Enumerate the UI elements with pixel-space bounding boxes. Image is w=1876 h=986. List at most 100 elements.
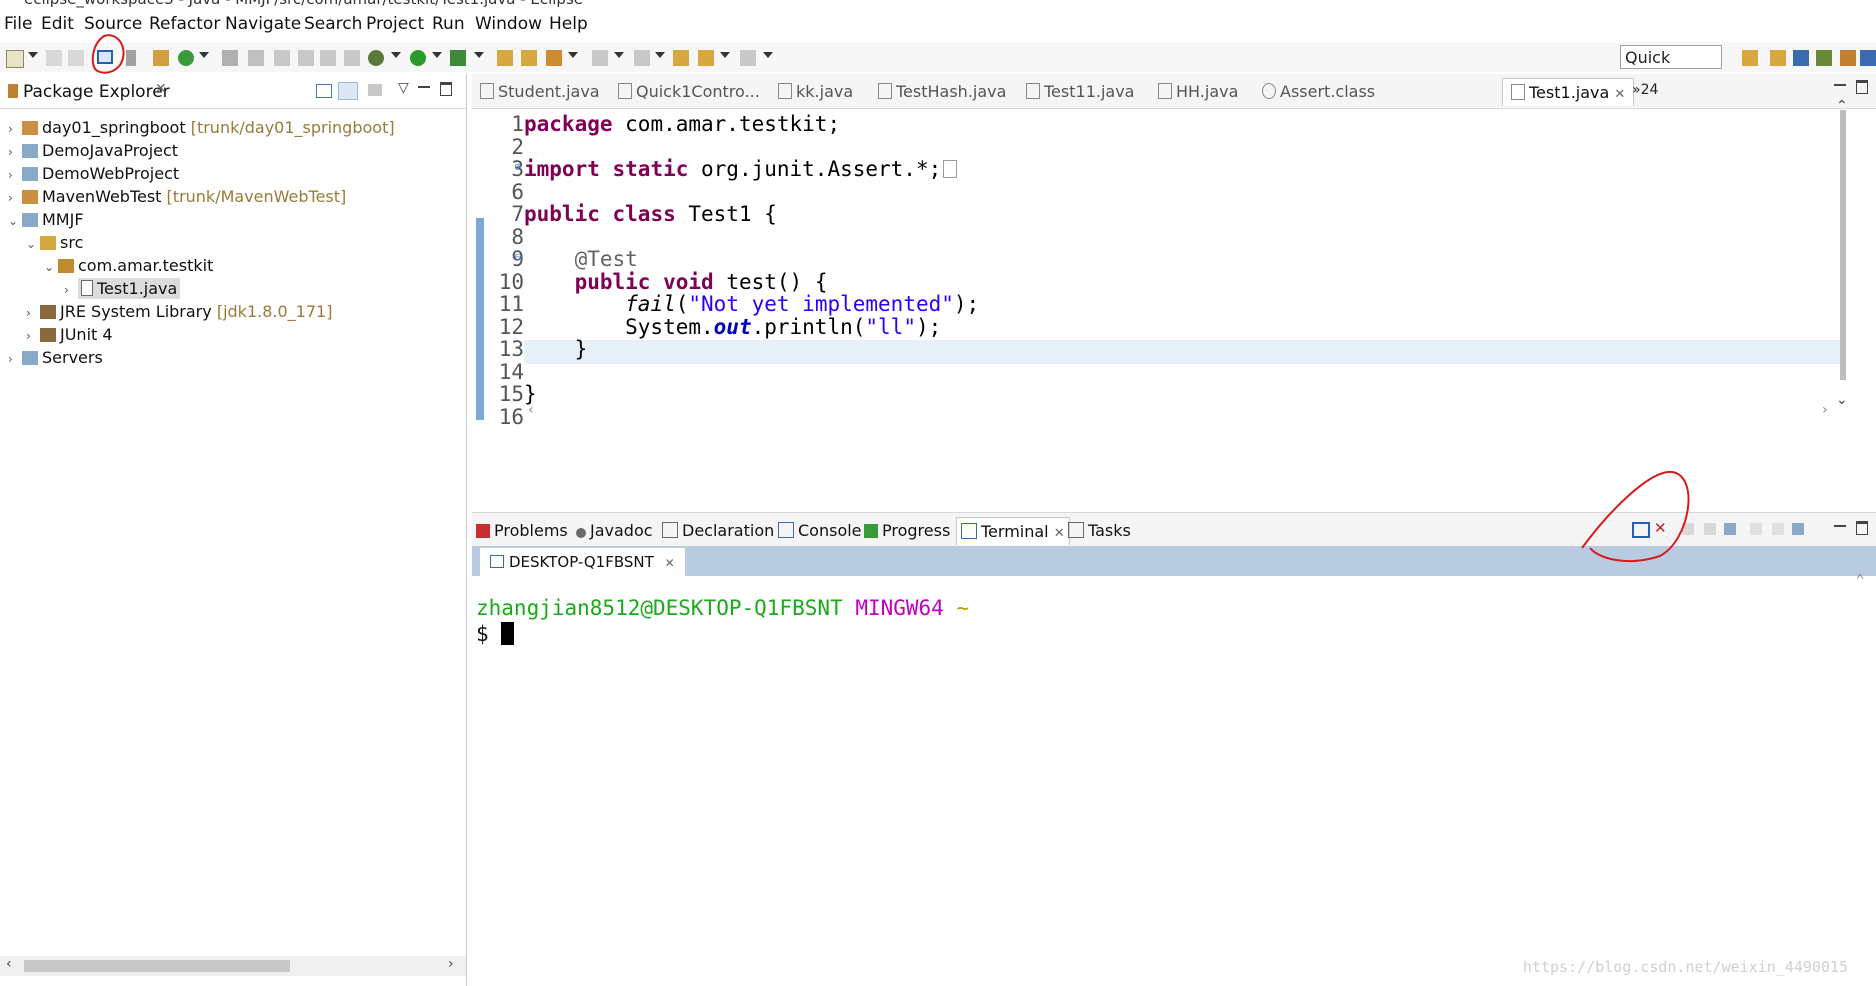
menu-edit[interactable]: Edit bbox=[41, 14, 74, 34]
chevron-right-icon[interactable]: › bbox=[8, 352, 22, 366]
chevron-down-icon[interactable] bbox=[199, 52, 209, 58]
code-editor[interactable]: 1 2 3 6 7 8 9 10 11 12 13 14 15 16 ⊕ ⊖ p… bbox=[472, 98, 1848, 488]
open-terminal-icon[interactable] bbox=[1632, 522, 1650, 538]
chevron-up-icon[interactable]: ⌃ bbox=[1836, 98, 1848, 114]
maximize-icon[interactable] bbox=[1856, 521, 1868, 535]
perspective-debug-icon[interactable] bbox=[1816, 50, 1832, 66]
scrollbar-thumb[interactable] bbox=[24, 960, 290, 972]
new-package-icon[interactable] bbox=[153, 50, 169, 66]
terminal-input-line[interactable]: $ bbox=[476, 622, 515, 646]
minimize-icon[interactable] bbox=[1834, 84, 1846, 86]
toggle-mark-icon[interactable] bbox=[298, 50, 314, 66]
chevron-right-icon[interactable]: › bbox=[8, 145, 22, 159]
chevron-down-icon[interactable]: ⌄ bbox=[1836, 392, 1848, 408]
close-icon[interactable]: ✕ bbox=[1614, 87, 1625, 102]
tree-item-package[interactable]: ⌄ com.amar.testkit bbox=[44, 256, 213, 278]
tree-item-mmjf[interactable]: ⌄ MMJF bbox=[8, 210, 84, 232]
show-whitespace-icon[interactable] bbox=[344, 50, 360, 66]
chevron-down-icon[interactable]: ⌄ bbox=[26, 237, 40, 251]
menu-source[interactable]: Source bbox=[84, 14, 142, 34]
open-folder-icon[interactable] bbox=[497, 50, 513, 66]
save-all-icon[interactable] bbox=[68, 50, 84, 66]
tree-item-junit4[interactable]: › JUnit 4 bbox=[26, 325, 113, 347]
chevron-right-icon[interactable]: › bbox=[8, 191, 22, 205]
disconnect-icon[interactable]: ✕ bbox=[1654, 519, 1667, 537]
open-task-icon[interactable] bbox=[521, 50, 537, 66]
minimize-icon[interactable] bbox=[418, 86, 430, 88]
chevron-down-icon[interactable]: ⌄ bbox=[44, 260, 58, 274]
chevron-down-icon[interactable] bbox=[763, 52, 773, 58]
menu-project[interactable]: Project bbox=[366, 14, 424, 34]
tab-console[interactable]: Console bbox=[778, 521, 862, 540]
chevron-down-icon[interactable] bbox=[614, 52, 624, 58]
chevron-down-icon[interactable] bbox=[720, 52, 730, 58]
perspective-java-icon[interactable] bbox=[1793, 50, 1809, 66]
perspective-team-icon[interactable] bbox=[1860, 50, 1876, 66]
minimize-icon[interactable] bbox=[1834, 525, 1846, 527]
block-selection-icon[interactable] bbox=[320, 50, 336, 66]
vertical-scrollbar-thumb[interactable] bbox=[1840, 110, 1846, 380]
menu-file[interactable]: File bbox=[4, 14, 32, 34]
terminal-session-tab[interactable]: DESKTOP-Q1FBSNT ✕ bbox=[480, 548, 685, 576]
scroll-lock-icon[interactable] bbox=[1682, 523, 1694, 535]
maximize-icon[interactable] bbox=[1856, 80, 1868, 94]
tab-quick1controller[interactable]: Quick1Contro... bbox=[618, 82, 760, 101]
tab-assert-class[interactable]: Assert.class bbox=[1262, 82, 1375, 101]
close-icon[interactable]: ✕ bbox=[665, 556, 675, 570]
chevron-right-icon[interactable]: › bbox=[8, 122, 22, 136]
debug-icon[interactable] bbox=[368, 50, 384, 66]
pin-icon[interactable] bbox=[1792, 523, 1804, 535]
view-menu-icon[interactable]: ▽ bbox=[398, 80, 409, 96]
close-icon[interactable]: ✕ bbox=[1054, 526, 1065, 541]
tab-terminal[interactable]: Terminal ✕ bbox=[956, 517, 1070, 545]
back-icon[interactable] bbox=[698, 50, 714, 66]
settings-icon[interactable] bbox=[1724, 523, 1736, 535]
chevron-right-icon[interactable]: › bbox=[26, 329, 40, 343]
menu-window[interactable]: Window bbox=[475, 14, 542, 34]
run-external-icon[interactable] bbox=[450, 50, 466, 66]
tree-item-demowebproject[interactable]: › DemoWebProject bbox=[8, 164, 179, 186]
fold-expand-icon[interactable]: ⊕ bbox=[514, 162, 522, 173]
open-perspective-icon[interactable] bbox=[1742, 50, 1758, 66]
chevron-down-icon[interactable] bbox=[28, 52, 38, 58]
chevron-right-icon[interactable]: › bbox=[64, 283, 78, 297]
tab-kk-java[interactable]: kk.java bbox=[778, 82, 853, 101]
tab-test1-java[interactable]: Test1.java ✕ bbox=[1502, 78, 1635, 106]
menu-refactor[interactable]: Refactor bbox=[149, 14, 220, 34]
chevron-right-icon[interactable]: › bbox=[1822, 402, 1828, 418]
fold-collapse-icon[interactable]: ⊖ bbox=[514, 252, 522, 263]
tab-testhash-java[interactable]: TestHash.java bbox=[878, 82, 1006, 101]
focus-icon[interactable] bbox=[368, 84, 382, 96]
menu-navigate[interactable]: Navigate bbox=[225, 14, 301, 34]
annotation-icon[interactable] bbox=[274, 50, 290, 66]
close-icon[interactable]: ✕ bbox=[155, 81, 167, 97]
tree-item-demojavaproject[interactable]: › DemoJavaProject bbox=[8, 141, 178, 163]
collapse-all-icon[interactable] bbox=[316, 84, 332, 98]
maximize-icon[interactable] bbox=[440, 82, 452, 96]
tab-problems[interactable]: Problems bbox=[476, 521, 568, 540]
chevron-right-icon[interactable]: › bbox=[8, 168, 22, 182]
tab-test11-java[interactable]: Test11.java bbox=[1026, 82, 1134, 101]
terminal-output[interactable]: zhangjian8512@DESKTOP-Q1FBSNT MINGW64 ~ … bbox=[472, 572, 1864, 984]
open-terminal-icon[interactable] bbox=[97, 50, 113, 64]
copy-icon[interactable] bbox=[1750, 523, 1762, 535]
tab-tasks[interactable]: Tasks bbox=[1068, 521, 1131, 540]
tab-student-java[interactable]: Student.java bbox=[480, 82, 600, 101]
paste-icon[interactable] bbox=[1772, 523, 1784, 535]
chevron-down-icon[interactable]: ⌄ bbox=[8, 214, 22, 228]
package-explorer-title[interactable]: Package Explorer bbox=[23, 82, 170, 102]
tree-item-jre-library[interactable]: › JRE System Library [jdk1.8.0_171] bbox=[26, 302, 332, 324]
tree-item-src[interactable]: ⌄ src bbox=[26, 233, 83, 255]
next-annotation-icon[interactable] bbox=[592, 50, 608, 66]
clear-icon[interactable] bbox=[1704, 523, 1716, 535]
chevron-up-icon[interactable]: ⌃ bbox=[1856, 572, 1864, 588]
tab-javadoc[interactable]: Javadoc bbox=[576, 521, 653, 540]
chevron-down-icon[interactable] bbox=[391, 52, 401, 58]
chevron-left-icon[interactable]: ‹ bbox=[528, 402, 534, 418]
last-edit-icon[interactable] bbox=[673, 50, 689, 66]
run-icon[interactable] bbox=[410, 50, 426, 66]
chevron-down-icon[interactable] bbox=[474, 52, 484, 58]
forward-icon[interactable] bbox=[740, 50, 756, 66]
skip-breakpoints-icon[interactable] bbox=[126, 50, 136, 66]
chevron-down-icon[interactable] bbox=[655, 52, 665, 58]
